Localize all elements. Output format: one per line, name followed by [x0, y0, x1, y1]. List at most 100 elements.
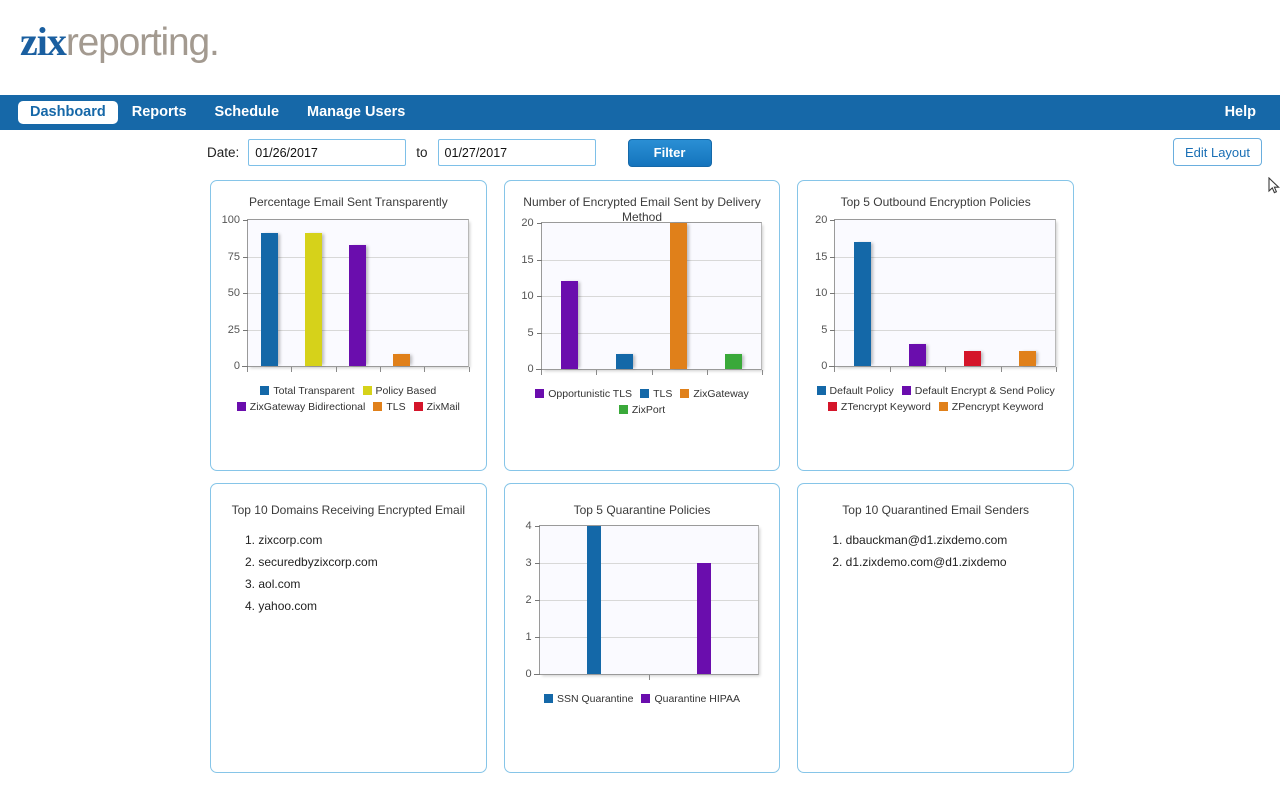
panel-percentage-email-sent-transparently[interactable]: Percentage Email Sent Transparently 0255… — [210, 180, 487, 471]
panel-top-5-quarantine-policies[interactable]: Top 5 Quarantine Policies 01234 SSN Quar… — [504, 483, 781, 773]
x-axis-tick — [890, 367, 891, 372]
bar-group — [540, 526, 759, 674]
legend-label: Quarantine HIPAA — [654, 693, 740, 705]
x-axis-tick — [424, 367, 425, 372]
legend-color-swatch — [373, 402, 382, 411]
y-axis-tick-label: 3 — [526, 557, 540, 569]
legend-item: Total Transparent — [260, 383, 354, 399]
bar[interactable] — [670, 223, 687, 369]
legend-label: Default Encrypt & Send Policy — [915, 385, 1055, 397]
dashboard-row-top: Percentage Email Sent Transparently 0255… — [210, 180, 1074, 471]
legend-item: TLS — [640, 386, 672, 402]
list-item: 1. dbauckman@d1.zixdemo.com — [832, 529, 1073, 551]
legend-color-swatch — [641, 694, 650, 703]
bar[interactable] — [587, 526, 601, 674]
legend-color-swatch — [544, 694, 553, 703]
list-item: 3. aol.com — [245, 573, 486, 595]
bar-slot — [336, 220, 380, 366]
bar[interactable] — [964, 351, 981, 366]
x-axis-tick — [649, 675, 650, 680]
bar-slot — [597, 223, 652, 369]
legend-color-swatch — [640, 389, 649, 398]
bar[interactable] — [261, 233, 278, 366]
x-axis-tick — [652, 370, 653, 375]
legend-item: ZTencrypt Keyword — [828, 399, 931, 415]
date-to-input[interactable] — [438, 139, 596, 166]
x-axis-tick — [945, 367, 946, 372]
panel-title: Top 10 Quarantined Email Senders — [798, 484, 1073, 517]
x-axis-tick — [247, 367, 248, 372]
legend-color-swatch — [817, 386, 826, 395]
bar-slot — [945, 220, 1000, 366]
legend-item: Quarantine HIPAA — [641, 691, 740, 707]
x-axis-tick — [380, 367, 381, 372]
chart-title: Top 5 Outbound Encryption Policies — [798, 181, 1073, 210]
y-axis-tick-label: 2 — [526, 594, 540, 606]
y-axis-tick-label: 5 — [821, 324, 835, 336]
legend-label: TLS — [386, 401, 405, 413]
bar-slot — [248, 220, 292, 366]
panel-encrypted-email-by-delivery-method[interactable]: Number of Encrypted Email Sent by Delive… — [504, 180, 781, 471]
legend-color-swatch — [535, 389, 544, 398]
panel-top-10-domains-receiving-encrypted-email[interactable]: Top 10 Domains Receiving Encrypted Email… — [210, 483, 487, 773]
bar-group — [835, 220, 1055, 366]
legend-item: ZixMail — [414, 399, 460, 415]
bar[interactable] — [725, 354, 742, 369]
panel-top-10-quarantined-email-senders[interactable]: Top 10 Quarantined Email Senders 1. dbau… — [797, 483, 1074, 773]
legend-item: Opportunistic TLS — [535, 386, 632, 402]
bar[interactable] — [616, 354, 633, 369]
y-axis-tick-label: 25 — [228, 324, 248, 336]
x-axis-tick — [596, 370, 597, 375]
senders-list: 1. dbauckman@d1.zixdemo.com2. d1.zixdemo… — [798, 529, 1073, 573]
legend-label: Policy Based — [376, 385, 437, 397]
date-label: Date: — [207, 145, 239, 160]
legend-label: ZixGateway Bidirectional — [250, 401, 366, 413]
bar[interactable] — [561, 281, 578, 369]
filter-button[interactable]: Filter — [628, 139, 712, 167]
legend-label: SSN Quarantine — [557, 693, 633, 705]
y-axis-tick-label: 10 — [521, 290, 541, 302]
bar[interactable] — [697, 563, 711, 674]
bar[interactable] — [393, 354, 410, 366]
legend-color-swatch — [414, 402, 423, 411]
legend-item: ZPencrypt Keyword — [939, 399, 1044, 415]
chart-title: Number of Encrypted Email Sent by Delive… — [505, 181, 780, 225]
legend-color-swatch — [902, 386, 911, 395]
legend-color-swatch — [939, 402, 948, 411]
bar-slot — [540, 526, 649, 674]
bar-slot — [424, 220, 468, 366]
legend-label: Total Transparent — [273, 385, 354, 397]
chart-legend: Total Transparent Policy Based ZixGateway … — [211, 383, 486, 415]
x-axis — [834, 367, 1056, 373]
x-axis-tick — [707, 370, 708, 375]
list-item: 4. yahoo.com — [245, 595, 486, 617]
date-from-input[interactable] — [248, 139, 406, 166]
panel-top-5-outbound-encryption-policies[interactable]: Top 5 Outbound Encryption Policies 05101… — [797, 180, 1074, 471]
nav-item-schedule[interactable]: Schedule — [201, 95, 293, 130]
bar[interactable] — [854, 242, 871, 366]
chart-area: 0255075100 — [211, 219, 486, 367]
logo-zix-text: zix — [20, 19, 66, 64]
bar-slot — [542, 223, 597, 369]
nav-item-manage-users[interactable]: Manage Users — [293, 95, 419, 130]
legend-label: ZixPort — [632, 404, 665, 416]
legend-item: Policy Based — [363, 383, 437, 399]
legend-label: ZixGateway — [693, 388, 748, 400]
dashboard-row-bottom: Top 10 Domains Receiving Encrypted Email… — [210, 483, 1074, 773]
legend-color-swatch — [260, 386, 269, 395]
edit-layout-button[interactable]: Edit Layout — [1173, 138, 1262, 166]
bar[interactable] — [1019, 351, 1036, 366]
bar[interactable] — [349, 245, 366, 366]
x-axis — [541, 370, 763, 376]
nav-item-dashboard[interactable]: Dashboard — [18, 101, 118, 124]
legend-label: ZTencrypt Keyword — [841, 401, 931, 413]
legend-label: TLS — [653, 388, 672, 400]
nav-item-help[interactable]: Help — [1225, 95, 1256, 130]
bar[interactable] — [909, 344, 926, 366]
bar[interactable] — [305, 233, 322, 366]
legend-item: ZixGateway — [680, 386, 748, 402]
bar-slot — [292, 220, 336, 366]
chart-area: 01234 — [505, 525, 780, 675]
legend-label: Opportunistic TLS — [548, 388, 632, 400]
nav-item-reports[interactable]: Reports — [118, 95, 201, 130]
